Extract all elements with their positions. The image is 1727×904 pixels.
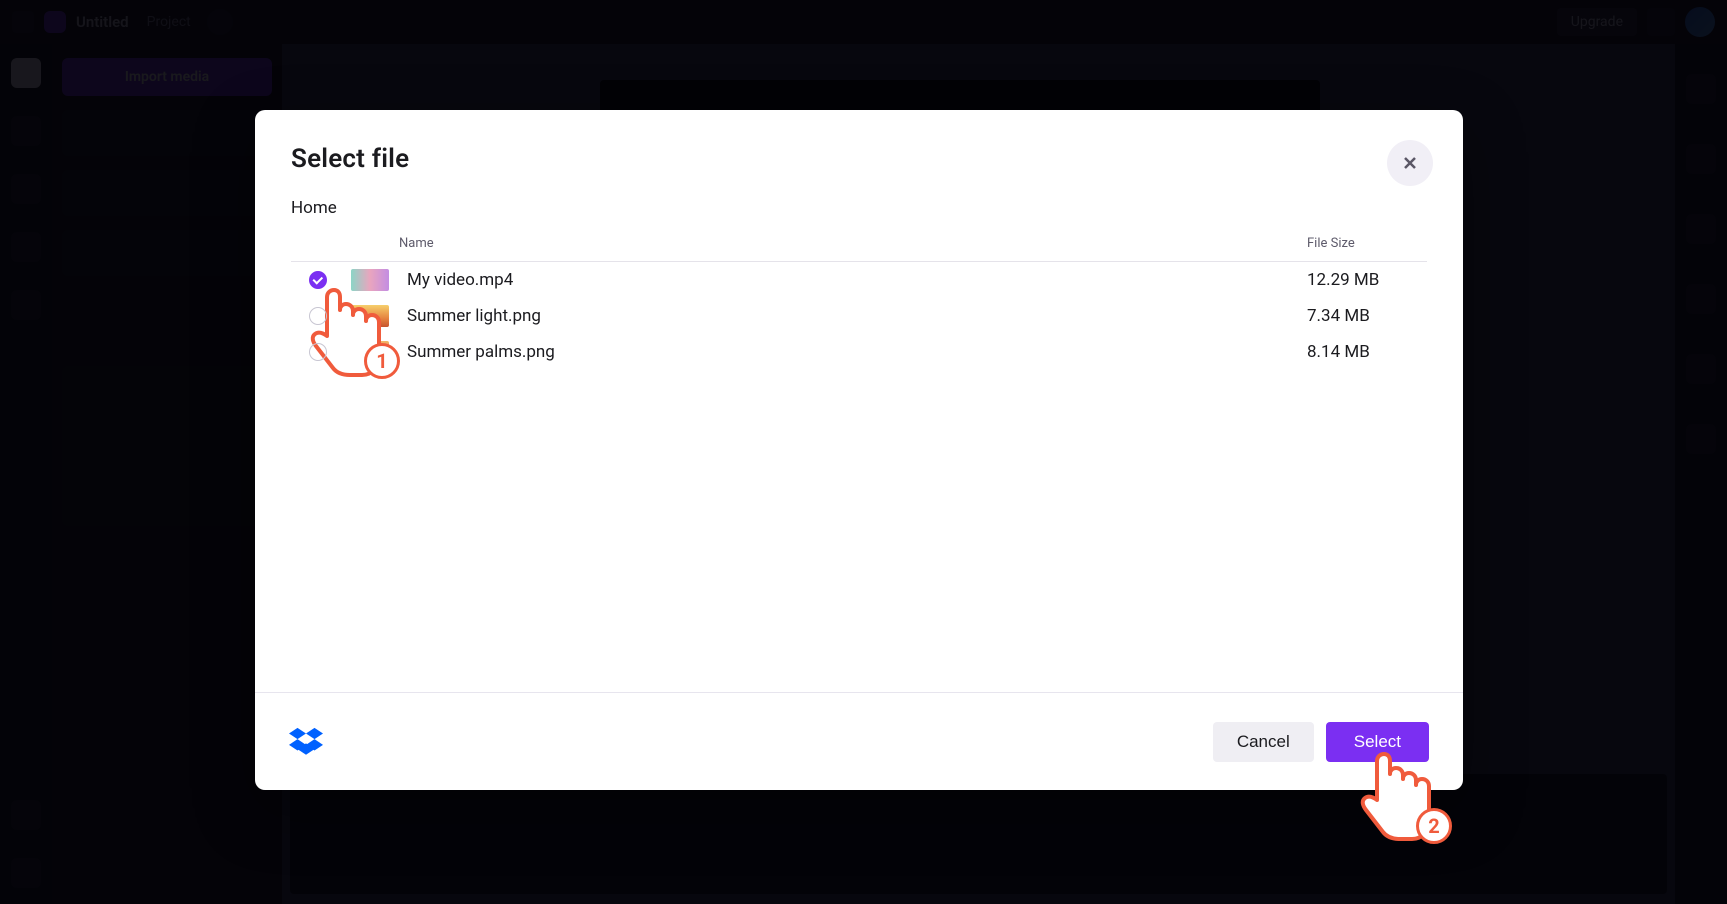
select-file-dialog: Select file Home Name File Size My video… <box>255 110 1463 790</box>
file-name: Summer light.png <box>395 306 1307 326</box>
dialog-title: Select file <box>291 144 1427 174</box>
table-row[interactable]: Summer palms.png 8.14 MB <box>291 334 1427 370</box>
file-size: 7.34 MB <box>1307 306 1427 326</box>
file-name: My video.mp4 <box>395 270 1307 290</box>
breadcrumb-home[interactable]: Home <box>291 198 337 218</box>
dropbox-icon <box>289 727 323 757</box>
dialog-header: Select file <box>255 110 1463 178</box>
close-icon <box>1403 156 1417 170</box>
table-header: Name File Size <box>291 228 1427 262</box>
table-row[interactable]: My video.mp4 12.29 MB <box>291 262 1427 298</box>
breadcrumb: Home <box>255 178 1463 224</box>
file-size: 12.29 MB <box>1307 270 1427 290</box>
dialog-footer: Cancel Select <box>255 692 1463 790</box>
table-row[interactable]: Summer light.png 7.34 MB <box>291 298 1427 334</box>
column-size: File Size <box>1307 236 1427 251</box>
file-thumbnail-icon <box>351 305 389 327</box>
file-table: Name File Size My video.mp4 12.29 MB Sum… <box>255 224 1463 692</box>
file-thumbnail-icon <box>351 269 389 291</box>
select-button[interactable]: Select <box>1326 722 1429 762</box>
checkbox-icon[interactable] <box>309 271 327 289</box>
cancel-button[interactable]: Cancel <box>1213 722 1314 762</box>
checkbox-icon[interactable] <box>309 307 327 325</box>
column-name: Name <box>395 236 1307 251</box>
checkbox-icon[interactable] <box>309 343 327 361</box>
close-button[interactable] <box>1387 140 1433 186</box>
file-thumbnail-icon <box>351 341 389 363</box>
file-name: Summer palms.png <box>395 342 1307 362</box>
file-size: 8.14 MB <box>1307 342 1427 362</box>
